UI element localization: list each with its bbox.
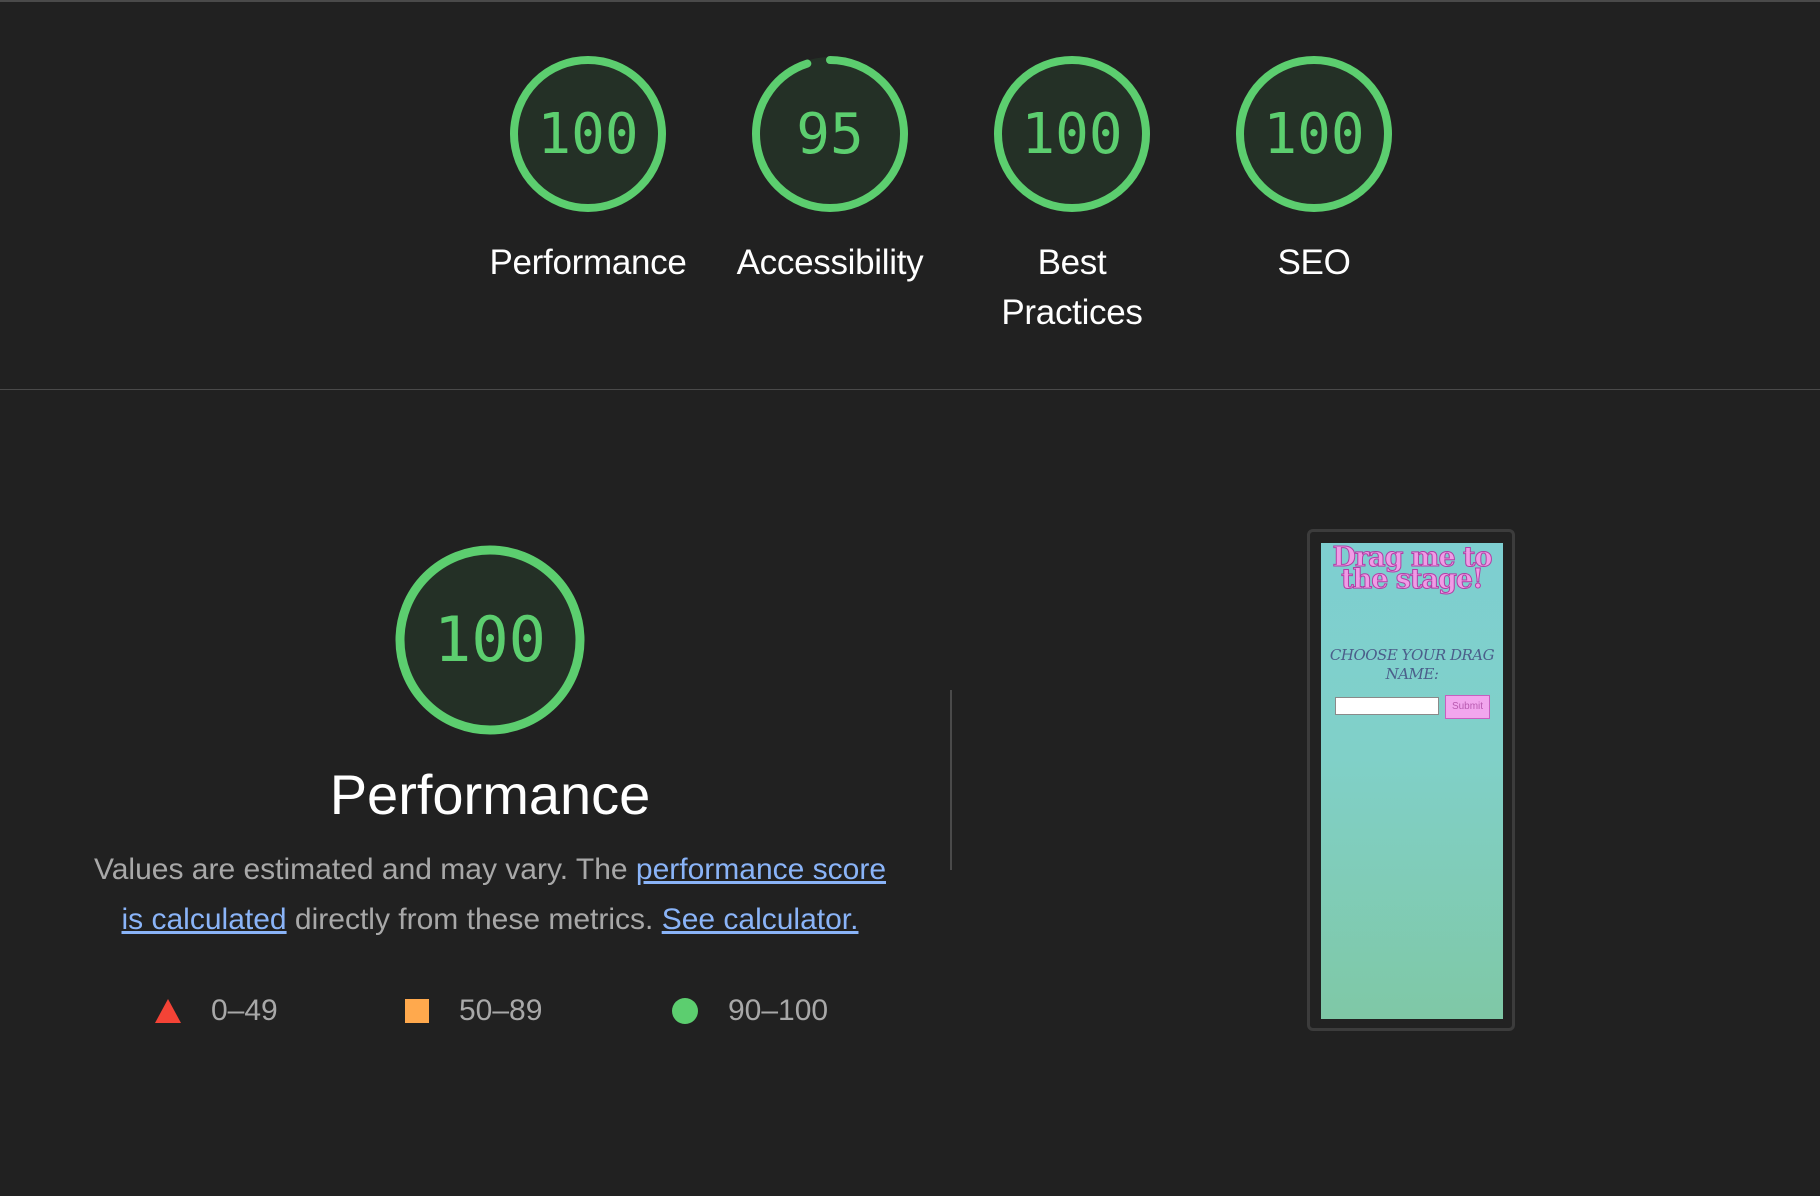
legend-fail: 0–49 bbox=[155, 990, 278, 1032]
screenshot-subtitle: Choose your drag name: bbox=[1329, 646, 1495, 683]
performance-title: Performance bbox=[329, 763, 651, 826]
gauge-seo-label: SEO bbox=[1277, 243, 1351, 282]
performance-score-large: 100 bbox=[434, 603, 546, 676]
gauge-seo-score: 100 bbox=[1263, 102, 1364, 167]
circle-icon bbox=[672, 998, 698, 1024]
gauge-performance[interactable]: 100 Performance bbox=[468, 52, 708, 288]
legend-pass-range: 90–100 bbox=[728, 994, 829, 1027]
screenshot-name-input bbox=[1335, 697, 1439, 715]
desc-middle: directly from these metrics. bbox=[286, 903, 662, 936]
screenshot-page: Drag me to the stage! Choose your drag n… bbox=[1321, 543, 1503, 1019]
final-screenshot[interactable]: Drag me to the stage! Choose your drag n… bbox=[1307, 529, 1515, 1031]
legend-average: 50–89 bbox=[405, 990, 542, 1032]
gauge-accessibility-score: 95 bbox=[796, 102, 863, 167]
square-icon bbox=[405, 999, 429, 1023]
gauge-best-practices[interactable]: 100 Best Practices bbox=[952, 52, 1192, 338]
gauge-best-practices-score: 100 bbox=[1021, 102, 1122, 167]
score-summary: 100 Performance 95 Accessibility 100 Bes… bbox=[0, 0, 1820, 390]
gauge-seo-ring: 100 bbox=[1236, 56, 1392, 212]
see-calculator-link[interactable]: See calculator. bbox=[662, 903, 859, 936]
screenshot-title: Drag me to the stage! bbox=[1332, 543, 1493, 595]
legend-average-range: 50–89 bbox=[459, 994, 543, 1027]
gauge-best-practices-label: Best Practices bbox=[1001, 243, 1143, 332]
gauge-accessibility[interactable]: 95 Accessibility bbox=[710, 52, 950, 288]
legend-pass: 90–100 bbox=[672, 990, 828, 1032]
gauge-accessibility-label: Accessibility bbox=[736, 243, 924, 282]
triangle-icon bbox=[155, 999, 181, 1023]
screenshot-submit-button: Submit bbox=[1445, 695, 1490, 719]
gauge-performance-label: Performance bbox=[489, 243, 687, 282]
performance-gauge-large: 100 bbox=[390, 540, 590, 740]
desc-prefix: Values are estimated and may vary. The bbox=[93, 853, 636, 886]
legend-fail-range: 0–49 bbox=[211, 994, 278, 1027]
score-legend: 0–49 50–89 90–100 bbox=[0, 990, 900, 1032]
gauge-best-practices-ring: 100 bbox=[994, 56, 1150, 212]
vertical-divider bbox=[950, 690, 952, 870]
gauge-accessibility-ring: 95 bbox=[752, 56, 908, 212]
gauge-performance-score: 100 bbox=[537, 102, 638, 167]
section-divider bbox=[0, 389, 1820, 390]
gauge-performance-ring: 100 bbox=[510, 56, 666, 212]
performance-description: Values are estimated and may vary. The p… bbox=[80, 845, 900, 945]
gauge-seo[interactable]: 100 SEO bbox=[1194, 52, 1434, 288]
